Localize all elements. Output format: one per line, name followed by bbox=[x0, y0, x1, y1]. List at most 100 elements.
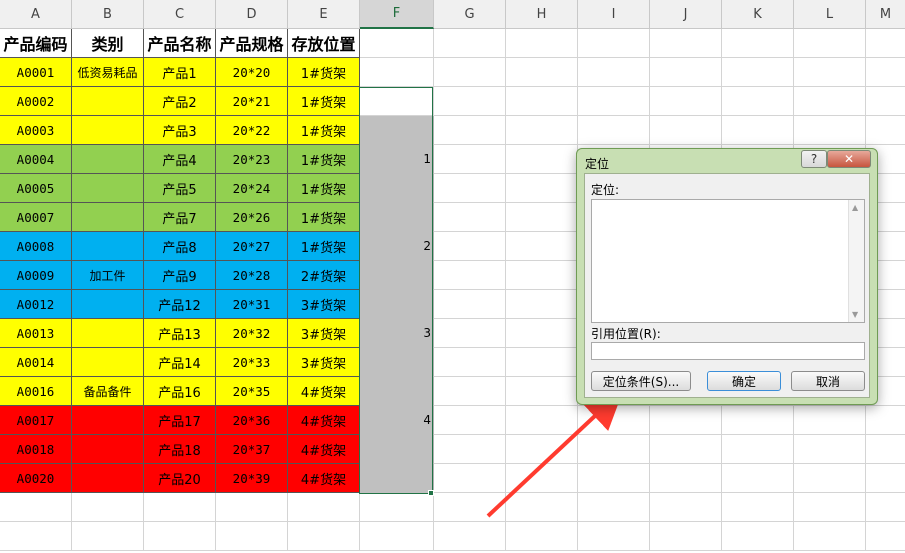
table-cell-name[interactable]: 产品16 bbox=[144, 377, 216, 406]
table-cell-cat[interactable] bbox=[72, 174, 144, 203]
table-cell-loc[interactable]: 4#货架 bbox=[288, 406, 360, 435]
table-cell-cat[interactable] bbox=[72, 232, 144, 261]
grid-cell[interactable] bbox=[360, 29, 434, 58]
column-header-i[interactable]: I bbox=[578, 0, 650, 29]
column-header-b[interactable]: B bbox=[72, 0, 144, 29]
grid-cell[interactable] bbox=[578, 406, 650, 435]
table-cell-loc[interactable]: 1#货架 bbox=[288, 174, 360, 203]
grid-cell[interactable] bbox=[0, 522, 72, 551]
grid-cell[interactable] bbox=[506, 87, 578, 116]
selected-cell[interactable] bbox=[360, 203, 434, 232]
grid-cell[interactable] bbox=[650, 435, 722, 464]
ok-button[interactable]: 确定 bbox=[707, 371, 781, 391]
table-cell-spec[interactable]: 20*36 bbox=[216, 406, 288, 435]
column-header-c[interactable]: C bbox=[144, 0, 216, 29]
table-cell-cat[interactable] bbox=[72, 406, 144, 435]
table-cell-loc[interactable]: 1#货架 bbox=[288, 87, 360, 116]
grid-cell[interactable] bbox=[722, 29, 794, 58]
table-cell-spec[interactable]: 20*33 bbox=[216, 348, 288, 377]
table-header-cell[interactable]: 存放位置 bbox=[288, 29, 360, 58]
grid-cell[interactable] bbox=[578, 58, 650, 87]
grid-cell[interactable] bbox=[360, 493, 434, 522]
grid-cell[interactable] bbox=[72, 522, 144, 551]
grid-cell[interactable] bbox=[794, 116, 866, 145]
grid-cell[interactable] bbox=[434, 464, 506, 493]
grid-cell[interactable] bbox=[650, 406, 722, 435]
grid-cell[interactable] bbox=[506, 58, 578, 87]
table-cell-code[interactable]: A0002 bbox=[0, 87, 72, 116]
table-cell-spec[interactable]: 20*20 bbox=[216, 58, 288, 87]
column-header-d[interactable]: D bbox=[216, 0, 288, 29]
grid-cell[interactable] bbox=[72, 493, 144, 522]
grid-cell[interactable] bbox=[144, 522, 216, 551]
grid-cell[interactable] bbox=[650, 464, 722, 493]
grid-cell[interactable] bbox=[506, 261, 578, 290]
table-cell-cat[interactable] bbox=[72, 319, 144, 348]
grid-cell[interactable] bbox=[434, 29, 506, 58]
grid-cell[interactable] bbox=[578, 464, 650, 493]
grid-cell[interactable] bbox=[794, 522, 866, 551]
grid-cell[interactable] bbox=[288, 493, 360, 522]
table-cell-loc[interactable]: 1#货架 bbox=[288, 203, 360, 232]
grid-cell[interactable] bbox=[434, 290, 506, 319]
grid-cell[interactable] bbox=[434, 493, 506, 522]
grid-cell[interactable] bbox=[506, 522, 578, 551]
grid-cell[interactable] bbox=[794, 435, 866, 464]
table-cell-loc[interactable]: 1#货架 bbox=[288, 232, 360, 261]
grid-cell[interactable] bbox=[794, 87, 866, 116]
table-cell-spec[interactable]: 20*26 bbox=[216, 203, 288, 232]
grid-cell[interactable] bbox=[794, 464, 866, 493]
grid-cell[interactable] bbox=[722, 435, 794, 464]
grid-cell[interactable] bbox=[506, 174, 578, 203]
grid-cell[interactable] bbox=[434, 522, 506, 551]
selected-cell[interactable] bbox=[360, 87, 434, 116]
table-cell-name[interactable]: 产品13 bbox=[144, 319, 216, 348]
selected-cell[interactable]: 4 bbox=[360, 406, 434, 435]
cancel-button[interactable]: 取消 bbox=[791, 371, 865, 391]
grid-cell[interactable] bbox=[650, 87, 722, 116]
grid-cell[interactable] bbox=[794, 493, 866, 522]
table-header-cell[interactable]: 类别 bbox=[72, 29, 144, 58]
grid-cell[interactable] bbox=[506, 145, 578, 174]
selected-cell[interactable] bbox=[360, 174, 434, 203]
table-header-cell[interactable]: 产品名称 bbox=[144, 29, 216, 58]
grid-cell[interactable] bbox=[866, 116, 905, 145]
grid-cell[interactable] bbox=[434, 261, 506, 290]
table-cell-spec[interactable]: 20*28 bbox=[216, 261, 288, 290]
close-button[interactable]: ✕ bbox=[827, 150, 871, 168]
goto-listbox[interactable]: ▲ ▼ bbox=[591, 199, 865, 323]
grid-cell[interactable] bbox=[434, 116, 506, 145]
table-cell-name[interactable]: 产品5 bbox=[144, 174, 216, 203]
selected-cell[interactable] bbox=[360, 464, 434, 493]
grid-cell[interactable] bbox=[578, 493, 650, 522]
fill-handle[interactable] bbox=[428, 490, 434, 496]
grid-cell[interactable] bbox=[434, 406, 506, 435]
table-cell-name[interactable]: 产品20 bbox=[144, 464, 216, 493]
table-cell-spec[interactable]: 20*22 bbox=[216, 116, 288, 145]
grid-cell[interactable] bbox=[722, 464, 794, 493]
table-cell-name[interactable]: 产品18 bbox=[144, 435, 216, 464]
table-cell-name[interactable]: 产品14 bbox=[144, 348, 216, 377]
table-cell-spec[interactable]: 20*37 bbox=[216, 435, 288, 464]
table-cell-name[interactable]: 产品3 bbox=[144, 116, 216, 145]
table-cell-loc[interactable]: 3#货架 bbox=[288, 348, 360, 377]
grid-cell[interactable] bbox=[650, 116, 722, 145]
grid-cell[interactable] bbox=[288, 522, 360, 551]
table-cell-cat[interactable] bbox=[72, 87, 144, 116]
grid-cell[interactable] bbox=[866, 493, 905, 522]
grid-cell[interactable] bbox=[0, 493, 72, 522]
special-button[interactable]: 定位条件(S)... bbox=[591, 371, 691, 391]
table-cell-cat[interactable] bbox=[72, 290, 144, 319]
table-cell-name[interactable]: 产品8 bbox=[144, 232, 216, 261]
table-cell-spec[interactable]: 20*31 bbox=[216, 290, 288, 319]
table-cell-loc[interactable]: 4#货架 bbox=[288, 377, 360, 406]
selected-cell[interactable] bbox=[360, 348, 434, 377]
grid-cell[interactable] bbox=[866, 87, 905, 116]
grid-cell[interactable] bbox=[866, 29, 905, 58]
column-header-l[interactable]: L bbox=[794, 0, 866, 29]
grid-cell[interactable] bbox=[794, 406, 866, 435]
table-cell-cat[interactable]: 低资易耗品 bbox=[72, 58, 144, 87]
table-cell-cat[interactable] bbox=[72, 203, 144, 232]
table-cell-cat[interactable]: 备品备件 bbox=[72, 377, 144, 406]
grid-cell[interactable] bbox=[506, 493, 578, 522]
